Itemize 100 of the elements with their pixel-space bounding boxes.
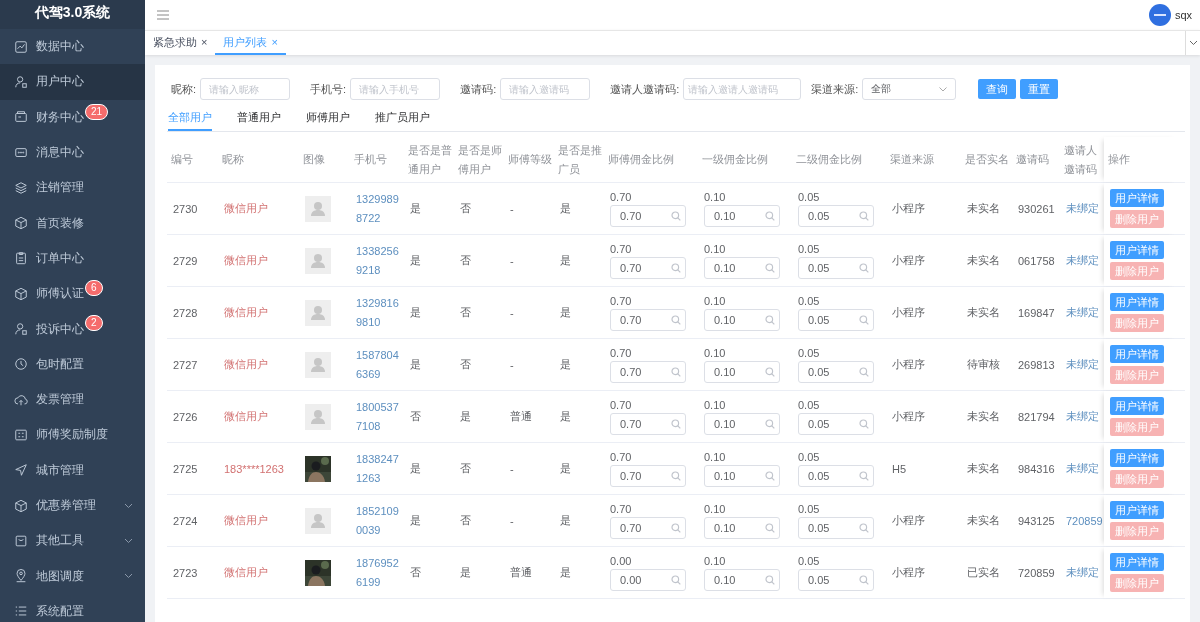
rate-input[interactable]: 0.70 (610, 464, 686, 487)
rate-input[interactable]: 0.10 (704, 360, 780, 383)
menu-icon[interactable] (157, 10, 169, 20)
menu-item-icon (14, 286, 28, 301)
sidebar-item[interactable]: 用户中心 (0, 64, 145, 100)
phone-link[interactable]: 13382569218 (356, 241, 404, 280)
rate-input[interactable]: 0.70 (610, 308, 686, 331)
close-icon[interactable]: × (201, 36, 208, 48)
sidebar-item-label: 消息中心 (36, 144, 84, 162)
rate-input[interactable]: 0.05 (798, 568, 874, 591)
rate-input[interactable]: 0.70 (610, 516, 686, 539)
user-type-tab[interactable]: 普通用户 (237, 110, 281, 131)
nickname: 微信用户 (224, 357, 268, 372)
rate-value: 0.05 (798, 502, 820, 515)
sidebar-item[interactable]: 财务中心 21 (0, 99, 145, 135)
sidebar-item[interactable]: 订单中心 (0, 240, 145, 277)
search-icon (671, 366, 681, 377)
inviter-link[interactable]: 未绑定 (1066, 305, 1099, 320)
phone-link[interactable]: 18521090039 (356, 501, 404, 540)
sidebar-item[interactable]: 优惠券管理 (0, 487, 145, 524)
menu-item-icon (14, 427, 28, 442)
rate-input[interactable]: 0.10 (704, 204, 780, 227)
sidebar-item[interactable]: 首页装修 (0, 205, 145, 241)
phone-link[interactable]: 13298169810 (356, 293, 404, 332)
tabs-dropdown[interactable] (1185, 31, 1200, 55)
username[interactable]: sqx (1174, 9, 1192, 21)
sidebar-item[interactable]: 师傅认证 6 (0, 276, 145, 312)
rate-input[interactable]: 0.70 (610, 412, 686, 435)
rate-value: 0.05 (798, 294, 820, 307)
sidebar-item[interactable]: 其他工具 (0, 523, 145, 559)
table-cell: 2725 (173, 462, 198, 475)
column-header: 图像 (303, 152, 325, 167)
phone-link[interactable]: 18005377108 (356, 397, 404, 436)
rate-input[interactable]: 0.10 (704, 464, 780, 487)
sidebar-item[interactable]: 发票管理 (0, 381, 145, 418)
table-cell: 普通 (510, 565, 532, 580)
rate-input[interactable]: 0.10 (704, 568, 780, 591)
phone-link[interactable]: 13299898722 (356, 189, 404, 228)
phone-link[interactable]: 18769526199 (356, 553, 404, 592)
rate-input[interactable]: 0.70 (610, 256, 686, 279)
sidebar-item-label: 包时配置 (36, 355, 84, 373)
rate-input[interactable]: 0.05 (798, 516, 874, 539)
column-header: 邀请人邀请码 (1064, 142, 1098, 177)
column-header: 昵称 (222, 152, 244, 167)
table-cell: 未实名 (967, 409, 1000, 424)
rate-value: 0.70 (610, 398, 632, 411)
table-cell: 是 (560, 513, 571, 528)
table-cell: - (510, 358, 514, 371)
filter-label: 渠道来源: (811, 81, 859, 97)
table-cell: 984316 (1018, 462, 1055, 475)
search-icon (671, 210, 681, 221)
table-cell: 否 (460, 461, 471, 476)
inviter-link[interactable]: 未绑定 (1066, 253, 1099, 268)
menu-item-icon (14, 110, 28, 125)
sidebar-item[interactable]: 投诉中心 2 (0, 311, 145, 347)
sidebar-item[interactable]: 包时配置 (0, 346, 145, 382)
rate-input[interactable]: 0.05 (798, 412, 874, 435)
rate-input[interactable]: 0.00 (610, 568, 686, 591)
table-cell: 已实名 (967, 565, 1000, 580)
phone-link[interactable]: 18382471263 (356, 449, 404, 488)
rate-input[interactable]: 0.70 (610, 360, 686, 383)
rate-value: 0.10 (704, 398, 726, 411)
sidebar-item[interactable]: 地图调度 (0, 558, 145, 594)
inviter-link[interactable]: 未绑定 (1066, 565, 1099, 580)
rate-input[interactable]: 0.05 (798, 464, 874, 487)
sidebar-item[interactable]: 数据中心 (0, 29, 145, 65)
user-type-tab[interactable]: 师傅用户 (306, 110, 350, 131)
user-type-tab[interactable]: 推广员用户 (375, 110, 430, 131)
inviter-link[interactable]: 未绑定 (1066, 461, 1099, 476)
rate-value: 0.70 (610, 190, 632, 203)
search-icon (765, 262, 775, 273)
page-tab[interactable]: 紧急求助 × (145, 31, 216, 55)
channel-select[interactable]: 全部 (862, 78, 957, 100)
rate-value: 0.05 (798, 242, 820, 255)
sidebar-item[interactable]: 师傅奖励制度 (0, 417, 145, 453)
sidebar-item[interactable]: 注销管理 (0, 170, 145, 206)
rate-input[interactable]: 0.10 (704, 516, 780, 539)
sidebar-item-label: 注销管理 (36, 179, 84, 197)
rate-value: 0.05 (798, 190, 820, 203)
inviter-link[interactable]: 未绑定 (1066, 357, 1099, 372)
inviter-link[interactable]: 未绑定 (1066, 409, 1099, 424)
sidebar-item[interactable]: 系统配置 (0, 593, 145, 622)
rate-input[interactable]: 0.05 (798, 204, 874, 227)
inviter-link[interactable]: 未绑定 (1066, 201, 1099, 216)
rate-input[interactable]: 0.10 (704, 256, 780, 279)
avatar-icon[interactable] (1148, 4, 1171, 26)
rate-input[interactable]: 0.05 (798, 256, 874, 279)
rate-input[interactable]: 0.05 (798, 308, 874, 331)
rate-input[interactable]: 0.10 (704, 412, 780, 435)
sidebar-item[interactable]: 城市管理 (0, 452, 145, 488)
rate-input[interactable]: 0.05 (798, 360, 874, 383)
rate-input[interactable]: 0.10 (704, 308, 780, 331)
table-cell: - (510, 254, 514, 267)
sidebar-item[interactable]: 消息中心 (0, 134, 145, 171)
inviter-link[interactable]: 720859 (1066, 514, 1103, 527)
menu-item-icon (14, 145, 28, 160)
tab-label: 紧急求助 (153, 34, 197, 50)
phone-link[interactable]: 15878046369 (356, 345, 404, 384)
rate-input[interactable]: 0.70 (610, 204, 686, 227)
column-header: 邀请码 (1016, 152, 1049, 167)
